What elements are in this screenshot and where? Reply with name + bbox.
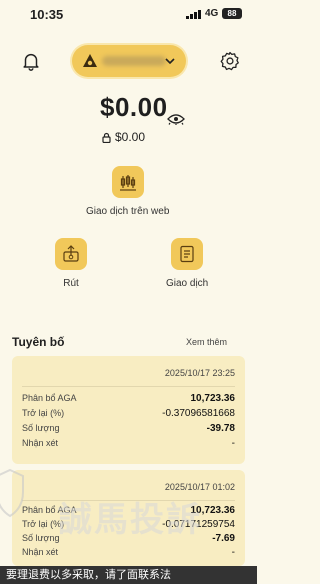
status-time: 10:35 [30,7,64,22]
web-trade-label: Giao dịch trên web [86,206,170,217]
statement-row-remark: Nhận xét - [22,547,235,559]
bottom-banner: 要理退费以多采取，请了面联系法 [0,566,257,584]
statement-date: 2025/10/17 23:25 [164,368,235,378]
row-label: Số lượng [22,533,60,543]
row-value: -7.69 [212,533,235,544]
locked-balance-value: $0.00 [115,130,146,144]
account-logo-icon [83,54,97,67]
row-value: - [231,547,235,558]
card-divider [22,386,235,387]
lock-icon [102,132,111,143]
account-selector[interactable] [72,45,186,77]
row-value: 10,723.36 [190,393,236,404]
statement-row-quantity: Số lượng -39.78 [22,423,235,435]
candlestick-chart-icon [119,175,136,191]
network-label: 4G [205,8,219,19]
row-label: Số lượng [22,423,60,433]
account-name-blurred [102,56,166,66]
trade-button[interactable]: Giao dịch [166,238,208,289]
row-value: - [231,438,235,449]
statement-card[interactable]: 2025/10/17 23:25 Phân bổ AGA 10,723.36 T… [12,356,245,464]
row-label: Nhận xét [22,438,59,448]
row-value: -39.78 [206,423,235,434]
withdraw-label: Rút [63,278,79,289]
main-balance: $0.00 [100,92,168,122]
withdraw-icon-tile [55,238,87,270]
status-bar: 10:35 4G 88 [0,0,257,28]
see-more-link[interactable]: Xem thêm [186,337,227,347]
battery-icon: 88 [222,8,242,19]
web-trade-icon-tile [111,166,144,198]
row-label: Nhận xét [22,547,59,557]
chevron-down-icon [165,58,175,65]
settings-icon[interactable] [219,50,241,72]
row-label: Trở lại (%) [22,408,65,418]
statement-row-return: Trở lại (%) -0.37096581668 [22,408,235,420]
statement-date: 2025/10/17 01:02 [164,482,235,492]
trade-label: Giao dịch [166,278,209,289]
row-label: Phân bổ AGA [22,393,77,403]
withdraw-button[interactable]: Rút [55,238,87,289]
watermark-text: 誠馬投訴 [58,501,202,539]
statements-title: Tuyên bố [12,335,65,349]
watermark-shield-icon [0,468,24,518]
statement-row-allocation: Phân bổ AGA 10,723.36 [22,393,235,405]
bell-icon[interactable] [20,50,42,72]
statement-row-remark: Nhận xét - [22,438,235,450]
locked-balance-row: $0.00 [102,130,145,144]
withdraw-icon [63,245,79,262]
hide-balance-eye-icon[interactable] [167,113,185,125]
row-value: -0.37096581668 [162,408,235,419]
signal-icon [186,10,201,19]
document-list-icon [180,245,194,263]
trade-icon-tile [171,238,204,270]
web-trade-button[interactable]: Giao dịch trên web [86,166,169,217]
